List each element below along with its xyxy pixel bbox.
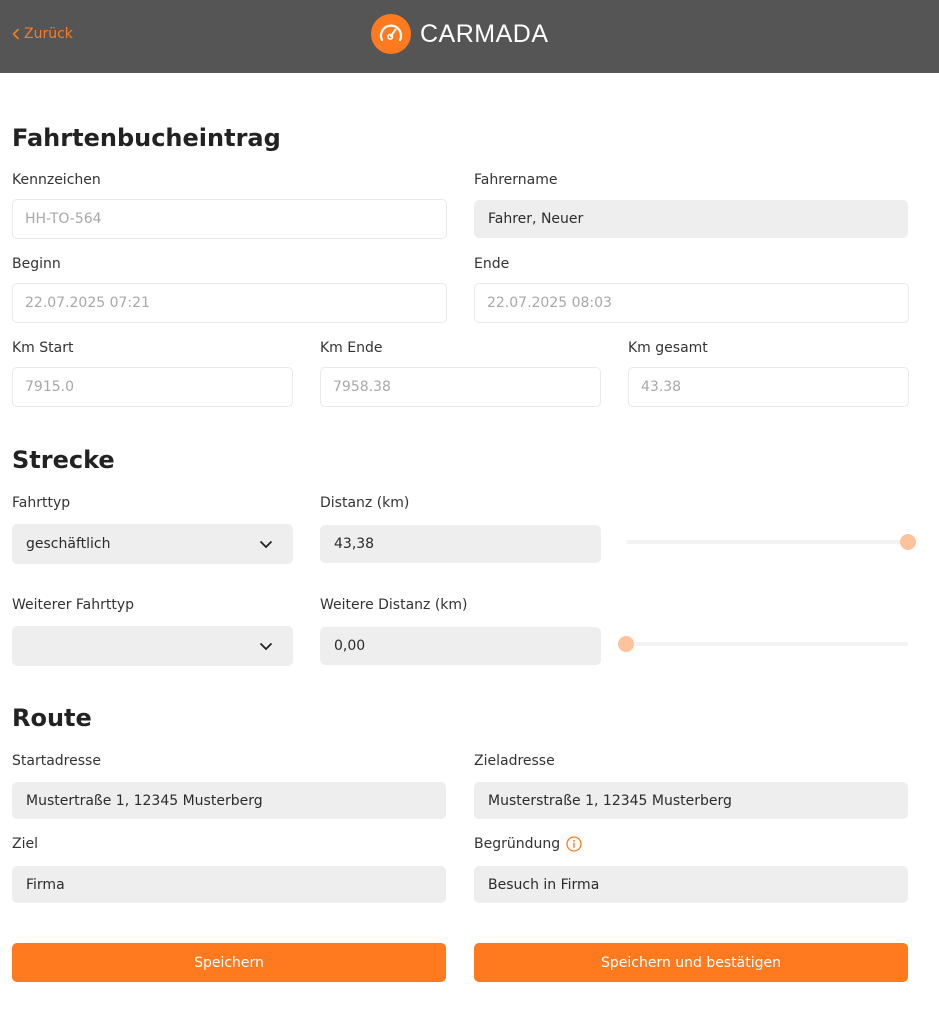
save-confirm-button[interactable]: Speichern und bestätigen [474, 943, 908, 982]
route-section-title: Route [12, 704, 92, 732]
license-plate-label: Kennzeichen [12, 172, 101, 188]
distance-section-title: Strecke [12, 446, 115, 474]
reason-label: Begründung [474, 836, 561, 852]
other-distance-field[interactable]: 0,00 [320, 627, 601, 665]
other-distance-slider[interactable] [618, 634, 908, 654]
destination-address-field[interactable]: Musterstraße 1, 12345 Musterberg [474, 782, 908, 819]
back-label: Zurück [24, 26, 73, 42]
km-start-label: Km Start [12, 340, 74, 356]
start-address-field[interactable]: Mustertraße 1, 12345 Musterberg [12, 782, 446, 819]
app-name: CARMADA [420, 19, 549, 48]
reason-field[interactable]: Besuch in Firma [474, 866, 908, 903]
other-distance-label: Weitere Distanz (km) [320, 597, 468, 613]
logbook-title: Fahrtenbucheintrag [12, 124, 281, 152]
distance-slider[interactable] [626, 532, 916, 552]
start-time-field[interactable]: 22.07.2025 07:21 [12, 283, 447, 323]
reason-label-row: Begründung [474, 836, 582, 852]
other-distance-slider-thumb[interactable] [618, 636, 634, 652]
km-total-field[interactable]: 43.38 [628, 367, 909, 407]
destination-label: Ziel [12, 836, 38, 852]
app-logo: CARMADA [371, 14, 549, 54]
speedometer-icon [371, 14, 411, 54]
km-end-label: Km Ende [320, 340, 383, 356]
km-end-field[interactable]: 7958.38 [320, 367, 601, 407]
distance-field[interactable]: 43,38 [320, 525, 601, 563]
app-header: Zurück CARMADA [0, 0, 939, 73]
other-distance-slider-track [618, 642, 908, 646]
end-time-label: Ende [474, 256, 510, 272]
distance-slider-track [626, 540, 916, 544]
license-plate-field[interactable]: HH-TO-564 [12, 199, 447, 239]
end-time-field[interactable]: 22.07.2025 08:03 [474, 283, 909, 323]
km-start-field[interactable]: 7915.0 [12, 367, 293, 407]
save-button[interactable]: Speichern [12, 943, 446, 982]
distance-slider-thumb[interactable] [900, 534, 916, 550]
other-trip-type-label: Weiterer Fahrttyp [12, 597, 135, 613]
other-trip-type-select[interactable] [12, 626, 293, 666]
info-icon[interactable] [566, 836, 582, 852]
driver-name-field[interactable]: Fahrer, Neuer [474, 200, 908, 238]
destination-address-label: Zieladresse [474, 753, 555, 769]
trip-type-label: Fahrttyp [12, 495, 71, 511]
trip-type-select[interactable]: geschäftlich [12, 524, 293, 564]
destination-field[interactable]: Firma [12, 866, 446, 903]
chevron-left-icon [12, 28, 20, 40]
back-button[interactable]: Zurück [12, 24, 73, 44]
start-address-label: Startadresse [12, 753, 101, 769]
trip-type-value: geschäftlich [26, 536, 111, 552]
driver-name-label: Fahrername [474, 172, 558, 188]
chevron-down-icon [259, 540, 273, 548]
distance-label: Distanz (km) [320, 495, 410, 511]
chevron-down-icon [259, 642, 273, 650]
km-total-label: Km gesamt [628, 340, 708, 356]
start-time-label: Beginn [12, 256, 61, 272]
